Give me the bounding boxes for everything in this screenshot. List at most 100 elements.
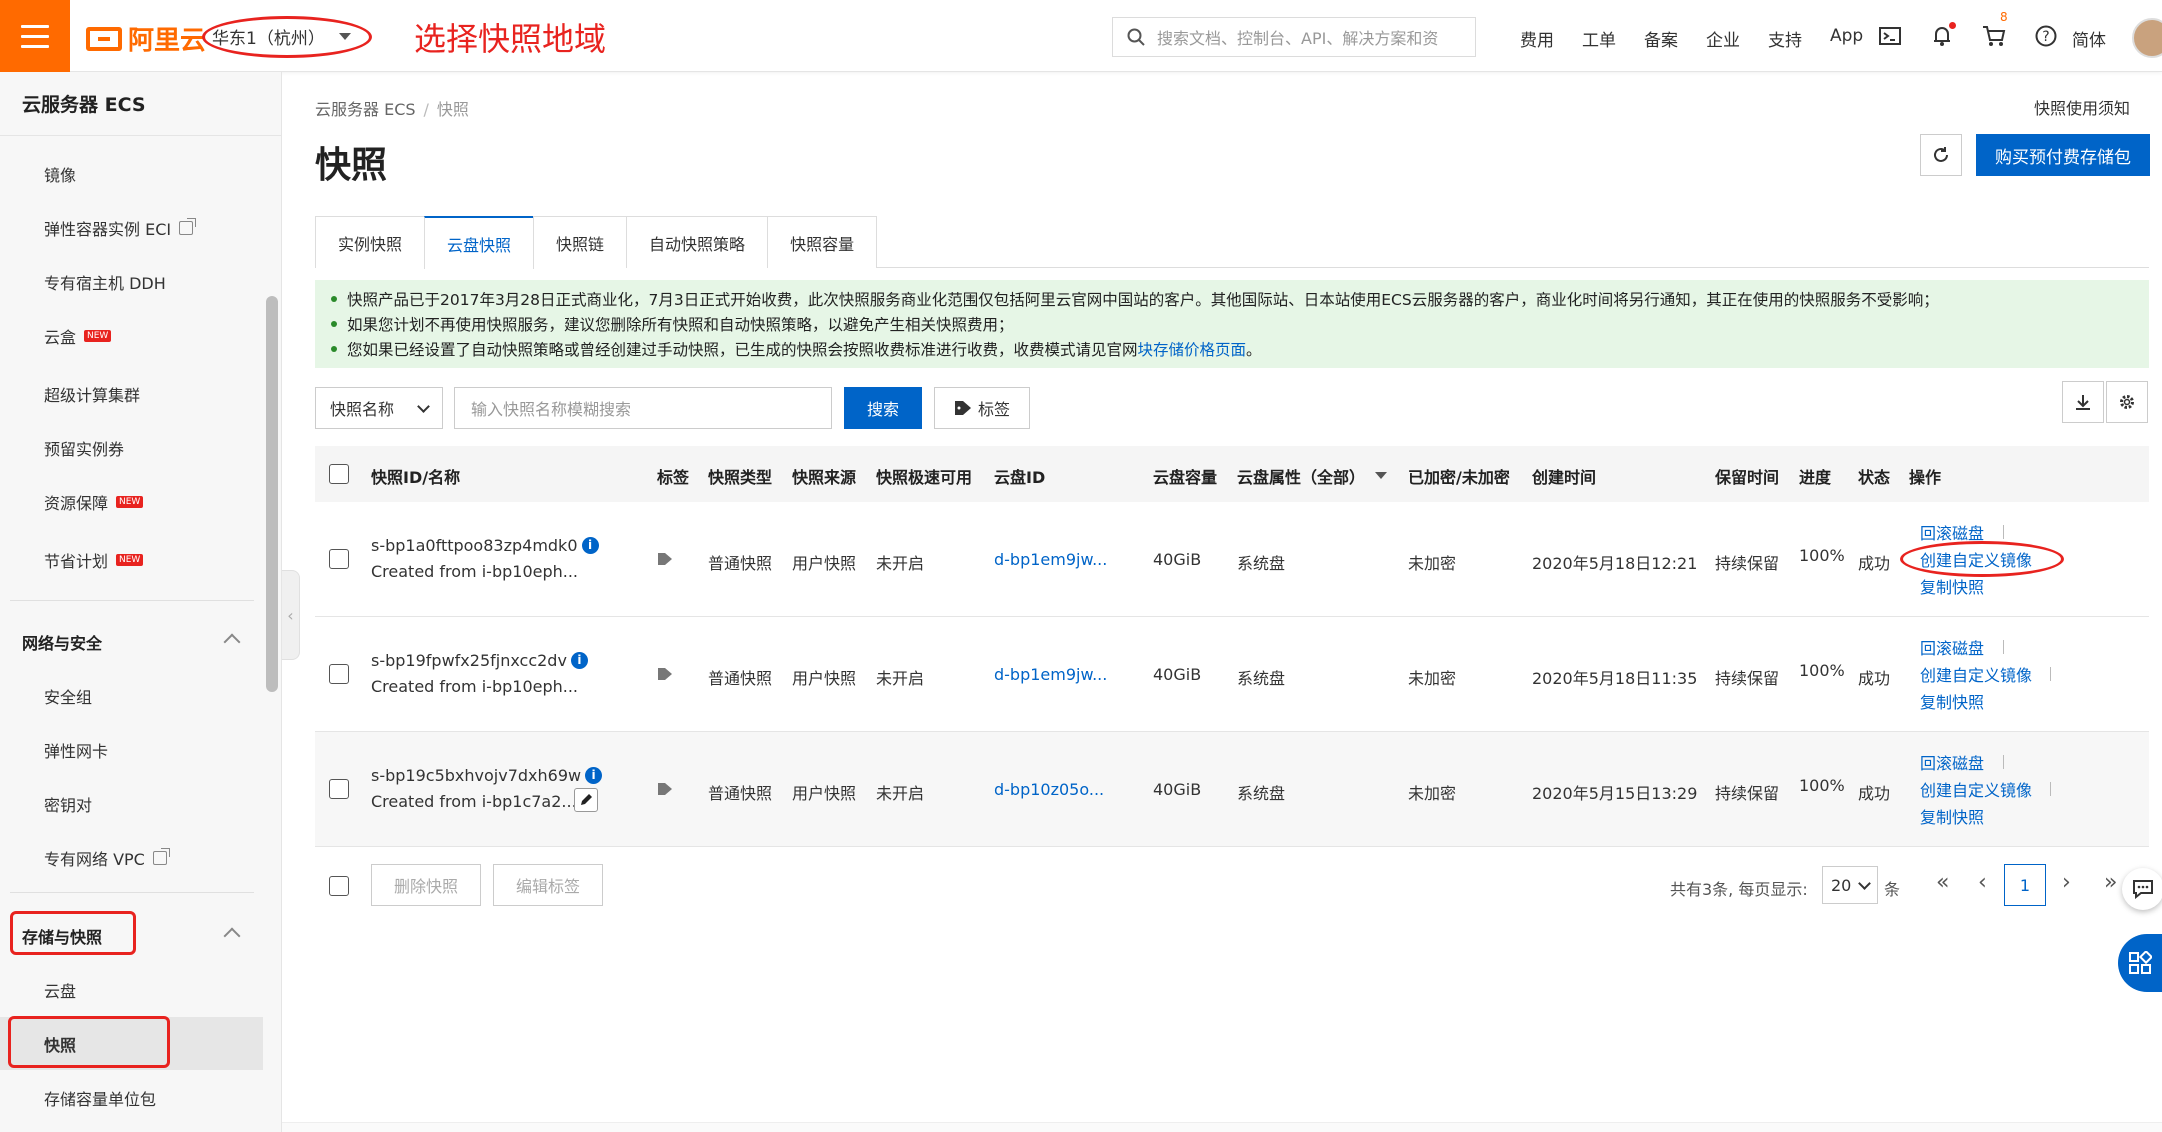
sidebar-item-resource-assurance[interactable]: 资源保障 NEW (44, 490, 144, 514)
info-icon[interactable]: i (585, 767, 603, 784)
sidebar-item-eni[interactable]: 弹性网卡 (44, 738, 108, 762)
sidebar-item-scc[interactable]: 超级计算集群 (44, 382, 140, 406)
snapshot-desc: Created from i-bp10eph... (371, 562, 579, 581)
sidebar-collapse-handle[interactable]: ‹ (282, 570, 300, 660)
edit-name-icon[interactable] (574, 788, 598, 812)
disk-id-link[interactable]: d-bp10z05o... (994, 780, 1104, 799)
nav-fees[interactable]: 费用 (1520, 26, 1554, 51)
sidebar-item-reserved[interactable]: 预留实例券 (44, 436, 124, 460)
nav-enterprise[interactable]: 企业 (1706, 26, 1740, 51)
global-search[interactable]: 搜索文档、控制台、API、解决方案和资 (1112, 17, 1476, 57)
tag-icon[interactable] (657, 782, 673, 796)
sidebar-item-keypair[interactable]: 密钥对 (44, 792, 92, 816)
tag-filter-button[interactable]: 标签 (934, 387, 1030, 429)
retention: 持续保留 (1715, 784, 1780, 803)
prev-page-icon[interactable]: ‹ (1978, 870, 1987, 895)
page-size-select[interactable]: 20 (1822, 866, 1878, 904)
disk-size: 40GiB (1153, 780, 1202, 799)
disk-id-link[interactable]: d-bp1em9jw... (994, 550, 1107, 569)
row-checkbox[interactable] (329, 664, 349, 684)
tab-snapshot-capacity[interactable]: 快照容量 (767, 216, 878, 268)
sidebar-item-storage-unit[interactable]: 存储容量单位包 (44, 1086, 156, 1110)
op-separator (2003, 525, 2004, 539)
pricing-link[interactable]: 块存储价格页面 (1138, 341, 1247, 359)
apps-float-button[interactable] (2118, 934, 2162, 992)
nav-support[interactable]: 支持 (1768, 26, 1802, 51)
sidebar-item-vpc[interactable]: 专有网络 VPC (44, 846, 170, 870)
col-disk-attr[interactable]: 云盘属性（全部） (1237, 464, 1365, 488)
table-row: s-bp19fpwfx25fjnxcc2dv i Created from i-b… (315, 617, 2149, 732)
download-button[interactable] (2062, 381, 2104, 423)
sidebar-item-savings-plan[interactable]: 节省计划 NEW (44, 548, 144, 572)
tab-instance-snapshot[interactable]: 实例快照 (315, 216, 426, 268)
tag-icon[interactable] (657, 552, 673, 566)
info-icon[interactable]: i (581, 537, 599, 554)
language-switch[interactable]: 简体 (2072, 26, 2106, 51)
fast-available: 未开启 (876, 784, 925, 803)
sidebar-item-eci[interactable]: 弹性容器实例 ECI (44, 216, 197, 240)
sidebar-item-images[interactable]: 镜像 (44, 162, 76, 186)
rollback-disk-link[interactable]: 回滚磁盘 (1920, 750, 1984, 774)
col-disk-size: 云盘容量 (1153, 468, 1218, 487)
refresh-button[interactable] (1920, 134, 1962, 176)
sidebar-scrollbar[interactable] (266, 296, 278, 692)
copy-snapshot-link[interactable]: 复制快照 (1920, 689, 1984, 713)
tab-disk-snapshot[interactable]: 云盘快照 (424, 216, 535, 269)
first-page-icon[interactable]: « (1936, 870, 1949, 895)
select-all-checkbox[interactable] (329, 464, 349, 484)
sidebar-item-disk[interactable]: 云盘 (44, 978, 76, 1002)
annotation-text: 选择快照地域 (414, 20, 607, 58)
delete-snapshot-button[interactable]: 删除快照 (371, 864, 481, 906)
copy-snapshot-link[interactable]: 复制快照 (1920, 804, 1984, 828)
cart-icon[interactable]: 8 (1982, 10, 2008, 48)
col-retention: 保留时间 (1715, 468, 1780, 487)
sidebar-item-security-group[interactable]: 安全组 (44, 684, 92, 708)
sidebar-item-cloudbox[interactable]: 云盒 NEW (44, 324, 112, 348)
sidebar-group-network[interactable]: 网络与安全 (22, 630, 102, 654)
tab-auto-policy[interactable]: 自动快照策略 (626, 216, 769, 268)
top-bar: 阿里云 华东1（杭州） 选择快照地域 搜索文档、控制台、API、解决方案和资 费… (0, 0, 2162, 72)
create-custom-image-link[interactable]: 创建自定义镜像 (1920, 777, 2032, 801)
chat-float-button[interactable] (2122, 868, 2162, 910)
row-checkbox[interactable] (329, 779, 349, 799)
grid-icon (2129, 951, 2152, 974)
col-actions: 操作 (1909, 468, 1942, 487)
next-page-icon[interactable]: › (2062, 870, 2071, 895)
row-checkbox[interactable] (329, 549, 349, 569)
breadcrumb-ecs[interactable]: 云服务器 ECS (315, 100, 416, 119)
info-icon[interactable]: i (570, 652, 588, 669)
annotation-box-snapshot (8, 1016, 170, 1068)
avatar[interactable] (2132, 18, 2162, 58)
sidebar-item-ddh[interactable]: 专有宿主机 DDH (44, 270, 166, 294)
caret-down-icon[interactable] (1375, 472, 1387, 479)
snapshot-name-search-input[interactable]: 输入快照名称模糊搜索 (454, 387, 832, 429)
last-page-icon[interactable]: » (2104, 870, 2117, 895)
page-number-current[interactable]: 1 (2004, 864, 2046, 906)
svg-text:?: ? (2042, 29, 2049, 45)
create-custom-image-link[interactable]: 创建自定义镜像 (1920, 662, 2032, 686)
nav-icp[interactable]: 备案 (1644, 26, 1678, 51)
created-time: 2020年5月18日11:35 (1532, 669, 1698, 688)
edit-tags-button[interactable]: 编辑标签 (493, 864, 603, 906)
rollback-disk-link[interactable]: 回滚磁盘 (1920, 635, 1984, 659)
col-type: 快照类型 (708, 468, 773, 487)
help-icon[interactable]: ? (2034, 24, 2058, 48)
settings-button[interactable] (2106, 381, 2148, 423)
copy-snapshot-link[interactable]: 复制快照 (1920, 574, 1984, 598)
snapshot-notice-link[interactable]: 快照使用须知 (2034, 95, 2130, 119)
nav-tickets[interactable]: 工单 (1582, 26, 1616, 51)
table-row: s-bp19c5bxhvojv7dxh69w i Created from i-b… (315, 732, 2149, 847)
buy-storage-package-button[interactable]: 购买预付费存储包 (1976, 134, 2150, 176)
tag-icon[interactable] (657, 667, 673, 681)
search-button[interactable]: 搜索 (844, 387, 922, 429)
terminal-icon[interactable] (1878, 24, 1902, 48)
menu-icon[interactable] (0, 0, 70, 72)
gear-icon (2120, 395, 2134, 409)
filter-field-select[interactable]: 快照名称 (315, 387, 443, 429)
disk-id-link[interactable]: d-bp1em9jw... (994, 665, 1107, 684)
aliyun-logo[interactable]: 阿里云 (86, 20, 206, 57)
select-all-checkbox-footer[interactable] (329, 876, 349, 896)
bell-icon[interactable] (1930, 22, 1956, 48)
tab-snapshot-chain[interactable]: 快照链 (533, 216, 628, 268)
nav-app[interactable]: App (1830, 26, 1863, 51)
